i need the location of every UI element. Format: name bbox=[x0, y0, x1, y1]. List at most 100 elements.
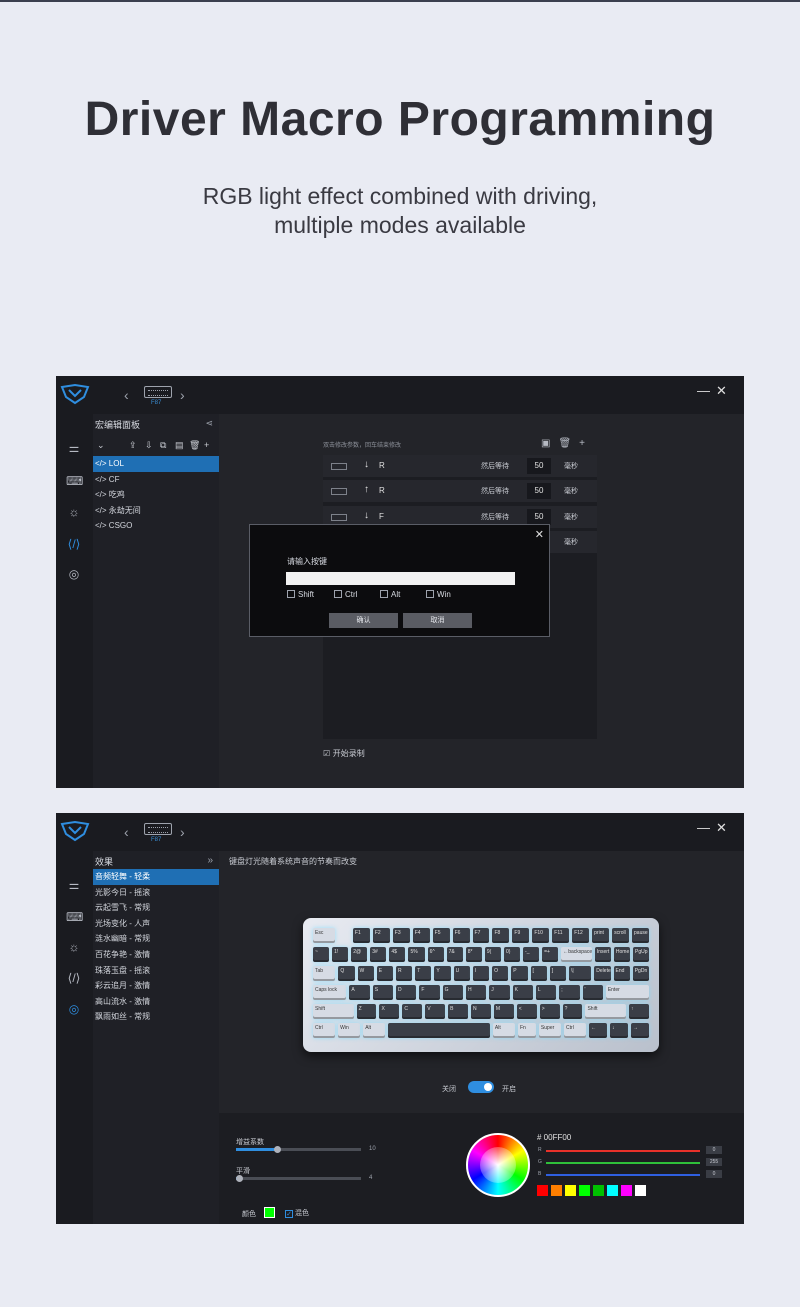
mix-color-checkbox[interactable]: ✓ 混色 bbox=[285, 1208, 309, 1218]
g-slider[interactable] bbox=[546, 1162, 700, 1164]
keycap: Win bbox=[338, 1023, 361, 1038]
start-recording-checkbox[interactable]: ☑ 开始录制 bbox=[323, 748, 365, 759]
dialog-close-icon[interactable]: ✕ bbox=[535, 528, 544, 541]
palette-swatch[interactable] bbox=[537, 1185, 548, 1196]
close-window-button[interactable]: ✕ bbox=[716, 820, 727, 836]
lightbulb-icon[interactable]: ☼ bbox=[66, 504, 82, 520]
palette-swatch[interactable] bbox=[607, 1185, 618, 1196]
next-device-icon[interactable]: › bbox=[180, 387, 185, 403]
key-input[interactable] bbox=[286, 572, 515, 585]
keycap: Caps lock bbox=[313, 985, 347, 1000]
list-item[interactable]: 高山流水 - 激情 bbox=[93, 994, 219, 1010]
b-value[interactable]: 0 bbox=[706, 1170, 722, 1178]
color-wheel[interactable] bbox=[466, 1133, 530, 1197]
add-step-icon[interactable]: + bbox=[579, 438, 585, 449]
key-down-icon: ↓ bbox=[364, 459, 369, 470]
palette-swatch[interactable] bbox=[621, 1185, 632, 1196]
import-icon[interactable]: ⇩ bbox=[145, 440, 153, 451]
trash-icon[interactable]: 🗑 bbox=[558, 438, 571, 449]
list-item[interactable]: 云起雪飞 - 常规 bbox=[93, 900, 219, 916]
keyboard-device-icon[interactable] bbox=[144, 823, 172, 835]
keycap: P bbox=[511, 966, 528, 981]
list-item[interactable]: 珠落玉盘 - 摇滚 bbox=[93, 963, 219, 979]
settings-sliders-icon[interactable]: ⚌ bbox=[66, 440, 82, 456]
palette-swatch[interactable] bbox=[579, 1185, 590, 1196]
ctrl-checkbox[interactable]: Ctrl bbox=[334, 590, 357, 599]
color-swatch[interactable] bbox=[264, 1207, 275, 1218]
step-label: 然后等待 bbox=[481, 487, 509, 495]
keyboard-row: Esc F1 F2 F3 F4 F5 F6 F7 F8 F9 F10 F11 F12 print scrol… bbox=[313, 928, 649, 943]
save-icon[interactable]: ▣ bbox=[541, 438, 550, 449]
list-item[interactable]: </> 吃鸡 bbox=[93, 487, 219, 503]
list-item[interactable]: 音频轻舞 - 轻柔 bbox=[93, 869, 219, 885]
keycap: Shift bbox=[313, 1004, 354, 1019]
win-checkbox[interactable]: Win bbox=[426, 590, 451, 599]
list-item[interactable]: 光影今日 - 摇滚 bbox=[93, 885, 219, 901]
keyboard-icon[interactable]: ⌨ bbox=[66, 473, 83, 489]
add-icon[interactable]: + bbox=[204, 440, 209, 450]
minimize-button[interactable]: — bbox=[697, 383, 710, 398]
minimize-button[interactable]: — bbox=[697, 820, 710, 835]
table-row[interactable]: ↓ R 然后等待 50 毫秒 bbox=[323, 455, 597, 477]
keycap: ? bbox=[562, 1004, 583, 1019]
b-slider[interactable] bbox=[546, 1174, 700, 1176]
list-item[interactable]: 涟水幽暗 - 常规 bbox=[93, 931, 219, 947]
list-item[interactable]: 百花争艳 - 激情 bbox=[93, 947, 219, 963]
delete-icon[interactable]: 🗑 bbox=[189, 440, 200, 451]
palette-swatch[interactable] bbox=[565, 1185, 576, 1196]
r-slider[interactable] bbox=[546, 1150, 700, 1152]
target-icon[interactable]: ◎ bbox=[66, 1001, 82, 1017]
next-device-icon[interactable]: › bbox=[180, 824, 185, 840]
alt-checkbox[interactable]: Alt bbox=[380, 590, 400, 599]
delay-input[interactable]: 50 bbox=[527, 458, 551, 474]
export-icon[interactable]: ⇪ bbox=[129, 440, 137, 451]
file-icon[interactable]: ▤ bbox=[175, 440, 184, 451]
cancel-button[interactable]: 取消 bbox=[403, 613, 472, 628]
list-item[interactable]: </> CSGO bbox=[93, 518, 219, 534]
target-icon[interactable]: ◎ bbox=[66, 566, 82, 582]
list-item[interactable]: </> LOL bbox=[93, 456, 219, 472]
list-item[interactable]: </> 永劫无间 bbox=[93, 503, 219, 519]
b-label: B bbox=[538, 1171, 542, 1177]
list-item[interactable]: 飘雨如丝 - 常规 bbox=[93, 1009, 219, 1025]
macro-icon[interactable]: ⟨/⟩ bbox=[66, 536, 82, 552]
list-item[interactable]: </> CF bbox=[93, 472, 219, 488]
prev-device-icon[interactable]: ‹ bbox=[124, 824, 129, 840]
macro-list: </> LOL </> CF </> 吃鸡 </> 永劫无间 </> CSGO bbox=[93, 456, 219, 534]
r-value[interactable]: 0 bbox=[706, 1146, 722, 1154]
macro-driver-window: ‹ F87 › — ✕ ⚌ ⌨ ☼ ⟨/⟩ ◎ 宏编辑面板 ⋖ ⌄ ⇪ ⇩ ⧉ … bbox=[56, 376, 744, 788]
list-item[interactable]: 彩云追月 - 激情 bbox=[93, 978, 219, 994]
keycap: F4 bbox=[412, 928, 430, 943]
delay-input[interactable]: 50 bbox=[527, 509, 551, 525]
palette-swatch[interactable] bbox=[593, 1185, 604, 1196]
share-icon[interactable]: ⋖ bbox=[205, 418, 213, 429]
confirm-button[interactable]: 确认 bbox=[329, 613, 398, 628]
smooth-slider-knob[interactable] bbox=[235, 1175, 243, 1182]
expand-icon[interactable]: » bbox=[207, 855, 213, 866]
table-row[interactable]: ↑ R 然后等待 50 毫秒 bbox=[323, 480, 597, 502]
settings-sliders-icon[interactable]: ⚌ bbox=[66, 877, 82, 893]
keyboard-icon[interactable]: ⌨ bbox=[66, 909, 83, 925]
lightbulb-icon[interactable]: ☼ bbox=[66, 939, 82, 955]
gain-slider-knob[interactable] bbox=[274, 1146, 282, 1153]
effect-list: 音频轻舞 - 轻柔 光影今日 - 摇滚 云起雪飞 - 常规 光场变化 - 人声 … bbox=[93, 869, 219, 1025]
prev-device-icon[interactable]: ‹ bbox=[124, 387, 129, 403]
smooth-slider[interactable] bbox=[235, 1175, 361, 1182]
macro-icon[interactable]: ⟨/⟩ bbox=[66, 970, 82, 986]
collapse-icon[interactable]: ⌄ bbox=[97, 440, 105, 451]
delay-input[interactable]: 50 bbox=[527, 483, 551, 499]
palette-swatch[interactable] bbox=[635, 1185, 646, 1196]
gain-slider[interactable] bbox=[236, 1146, 361, 1153]
list-item[interactable]: 光场变化 - 人声 bbox=[93, 916, 219, 932]
close-window-button[interactable]: ✕ bbox=[716, 383, 727, 399]
palette-swatch[interactable] bbox=[551, 1185, 562, 1196]
keyboard-device-icon[interactable] bbox=[144, 386, 172, 398]
light-toggle[interactable] bbox=[468, 1081, 494, 1093]
keycap: Enter bbox=[605, 985, 649, 1000]
shift-checkbox[interactable]: Shift bbox=[287, 590, 314, 599]
g-value[interactable]: 255 bbox=[706, 1158, 722, 1166]
copy-icon[interactable]: ⧉ bbox=[160, 440, 166, 451]
checkbox-label: Alt bbox=[391, 590, 401, 599]
gain-label: 增益系数 bbox=[236, 1138, 264, 1146]
device-model: F87 bbox=[151, 837, 162, 843]
